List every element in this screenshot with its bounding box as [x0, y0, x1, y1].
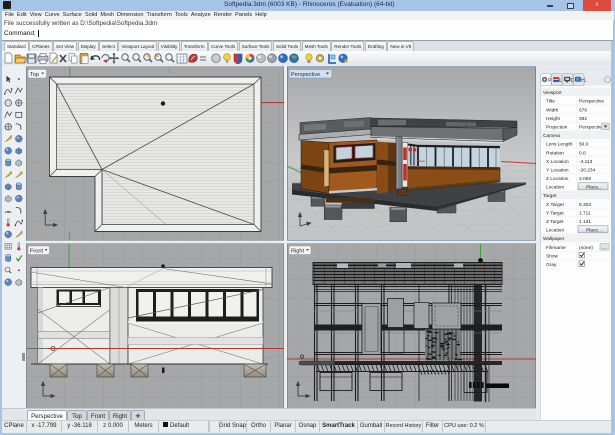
- svg-text:392: 392: [579, 115, 587, 121]
- svg-text:Wallpaper: Wallpaper: [543, 236, 565, 242]
- svg-text:Lens Length: Lens Length: [546, 141, 573, 147]
- svg-text:Perspective: Perspective: [579, 98, 604, 104]
- svg-text:0.0: 0.0: [579, 150, 586, 156]
- svg-text:Z Location: Z Location: [546, 176, 569, 182]
- svg-text:Width: Width: [546, 107, 559, 113]
- svg-text:Perspective: Perspective: [579, 124, 604, 130]
- svg-text:(none): (none): [579, 244, 593, 250]
- svg-text:Front: Front: [30, 248, 44, 254]
- svg-text:Camera: Camera: [543, 133, 560, 139]
- svg-text:Viewport: Viewport: [543, 90, 562, 96]
- svg-text:50.0: 50.0: [579, 141, 589, 147]
- svg-text:-4.113: -4.113: [579, 158, 593, 164]
- svg-text:8.302: 8.302: [579, 201, 591, 207]
- svg-text:1.711: 1.711: [579, 210, 591, 216]
- svg-text:Top: Top: [30, 72, 39, 78]
- svg-text:3.059: 3.059: [579, 176, 591, 182]
- svg-text:Right: Right: [291, 248, 305, 254]
- svg-text:Location: Location: [546, 227, 564, 233]
- svg-text:1.131: 1.131: [579, 219, 591, 225]
- svg-text:Target: Target: [543, 193, 557, 199]
- svg-text:Perspective: Perspective: [291, 72, 320, 78]
- svg-text:H..: H..: [581, 78, 587, 84]
- svg-text:Title: Title: [546, 98, 555, 104]
- svg-text:Y Target: Y Target: [546, 210, 564, 216]
- svg-text:Height: Height: [546, 115, 561, 121]
- svg-text:Place...: Place...: [586, 227, 602, 233]
- svg-text:Place...: Place...: [586, 184, 602, 190]
- svg-text:X Location: X Location: [546, 158, 569, 164]
- svg-text:...: ...: [602, 245, 606, 250]
- svg-text:Z Target: Z Target: [546, 219, 564, 225]
- svg-text:676: 676: [579, 107, 587, 113]
- svg-text:-20.234: -20.234: [579, 167, 596, 173]
- svg-text:Rotation: Rotation: [546, 150, 564, 156]
- svg-text:Gray: Gray: [546, 262, 557, 268]
- svg-text:Show: Show: [546, 253, 559, 259]
- svg-text:Location: Location: [546, 184, 564, 190]
- svg-text:Projection: Projection: [546, 124, 568, 130]
- svg-text:X Target: X Target: [546, 201, 564, 207]
- svg-text:Y Location: Y Location: [546, 167, 569, 173]
- svg-text:Filename: Filename: [546, 244, 566, 250]
